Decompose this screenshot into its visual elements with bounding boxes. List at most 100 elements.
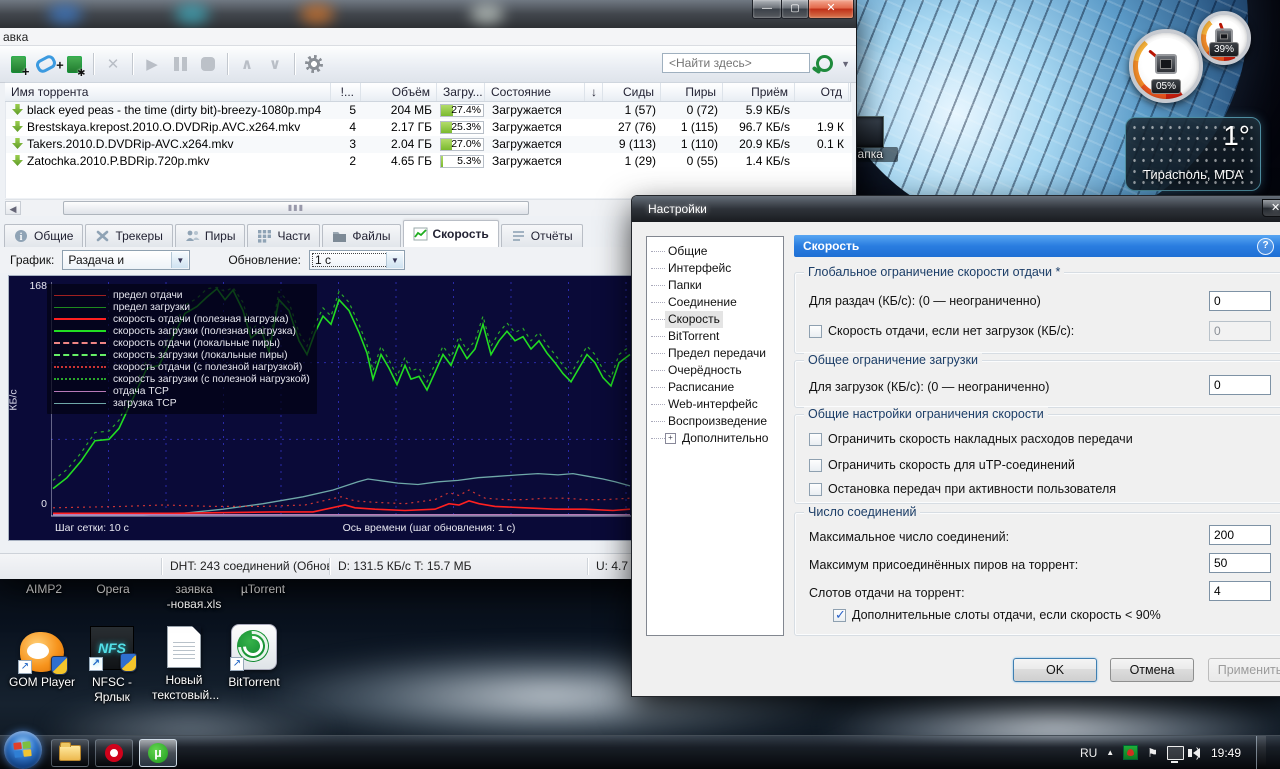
- column-header[interactable]: Состояние: [485, 83, 585, 101]
- max-peers-input[interactable]: [1209, 553, 1271, 573]
- close-button[interactable]: ✕: [808, 0, 854, 19]
- stop-on-user-activity-checkbox[interactable]: [809, 483, 822, 496]
- desktop-icon-label-zayavka[interactable]: заявка -новая.xls: [150, 582, 238, 612]
- column-header[interactable]: Объём: [361, 83, 437, 101]
- upload-limit-input[interactable]: [1209, 291, 1271, 311]
- tab-peers[interactable]: Пиры: [175, 224, 246, 247]
- remove-button[interactable]: ✕: [101, 52, 125, 76]
- preferences-button[interactable]: [302, 52, 326, 76]
- column-header[interactable]: Приём: [723, 83, 795, 101]
- search-input[interactable]: [662, 53, 810, 73]
- settings-tree-item[interactable]: +Дополнительно: [647, 430, 783, 447]
- settings-tree-item[interactable]: Папки: [647, 277, 783, 294]
- column-header[interactable]: !...: [331, 83, 361, 101]
- settings-tree-item[interactable]: Соединение: [647, 294, 783, 311]
- window-titlebar[interactable]: — ▢ ✕: [0, 0, 856, 28]
- torrent-row[interactable]: Zatochka.2010.P.BDRip.720p.mkv24.65 ГБ5.…: [6, 153, 852, 170]
- search-dropdown-arrow-icon[interactable]: ▼: [841, 59, 850, 69]
- alt-upload-input[interactable]: [1209, 321, 1271, 341]
- download-limit-input[interactable]: [1209, 375, 1271, 395]
- column-header[interactable]: Имя торрента: [5, 83, 331, 101]
- weather-gadget[interactable]: 1° Тирасполь, MDA: [1125, 117, 1261, 191]
- desktop-icon-label-aimp2[interactable]: AIMP2: [6, 582, 82, 597]
- desktop-icon-label-utorrent[interactable]: µTorrent: [230, 582, 296, 597]
- tab-pieces[interactable]: Части: [247, 224, 320, 247]
- settings-tree-item[interactable]: Интерфейс: [647, 260, 783, 277]
- antivirus-tray-icon[interactable]: [1123, 745, 1138, 760]
- column-header[interactable]: ↓: [585, 83, 603, 101]
- menu-item-help-partial[interactable]: авка: [3, 30, 28, 44]
- alt-upload-checkbox[interactable]: [809, 325, 822, 338]
- graph-type-select[interactable]: Раздача и загрузка▼: [62, 250, 190, 270]
- language-indicator[interactable]: RU: [1080, 746, 1097, 760]
- max-connections-input[interactable]: [1209, 525, 1271, 545]
- torrent-table-header[interactable]: Имя торрента!...ОбъёмЗагру...Состояние↓С…: [5, 82, 851, 102]
- desktop-icon-text-file[interactable]: Новый текстовый...: [152, 626, 216, 703]
- tray-expand-arrow-icon[interactable]: ▲: [1106, 746, 1114, 760]
- taskbar-utorrent-button[interactable]: µ: [139, 739, 177, 767]
- dialog-titlebar[interactable]: Настройки ✕: [632, 196, 1280, 222]
- desktop-icon-papka[interactable]: [852, 116, 884, 148]
- limit-utp-checkbox[interactable]: [809, 459, 822, 472]
- settings-tree-item[interactable]: Расписание: [647, 379, 783, 396]
- tab-files[interactable]: Файлы: [322, 224, 400, 247]
- torrent-row[interactable]: black eyed peas - the time (dirty bit)-b…: [6, 102, 852, 119]
- network-tray-icon[interactable]: [1167, 746, 1184, 760]
- tab-logger[interactable]: Отчёты: [501, 224, 583, 247]
- settings-tree-item[interactable]: Очерёдность: [647, 362, 783, 379]
- settings-tree-item[interactable]: BitTorrent: [647, 328, 783, 345]
- column-header[interactable]: Сиды: [603, 83, 661, 101]
- desktop-icon-gom-player[interactable]: ↗ GOM Player: [8, 628, 76, 690]
- ok-button[interactable]: OK: [1013, 658, 1097, 682]
- ram-meter-gadget[interactable]: 39%: [1197, 11, 1251, 65]
- pause-button[interactable]: [168, 52, 192, 76]
- taskbar-opera-button[interactable]: [95, 739, 133, 767]
- settings-tree-item[interactable]: Общие: [647, 243, 783, 260]
- volume-tray-icon[interactable]: [1193, 748, 1200, 758]
- settings-tree-item[interactable]: Воспроизведение: [647, 413, 783, 430]
- scroll-left-arrow[interactable]: ◀: [5, 201, 21, 215]
- desktop-icon-label-opera[interactable]: Opera: [82, 582, 144, 597]
- stop-button[interactable]: [196, 52, 220, 76]
- tab-speed[interactable]: Скорость: [403, 220, 499, 247]
- create-torrent-button[interactable]: [62, 52, 86, 76]
- settings-tree-item[interactable]: Скорость: [647, 311, 783, 328]
- tab-general[interactable]: i Общие: [4, 224, 83, 247]
- cpu-meter-gadget[interactable]: 05%: [1129, 29, 1203, 103]
- tree-expand-icon[interactable]: +: [665, 433, 676, 444]
- dialog-close-button[interactable]: ✕: [1262, 199, 1280, 217]
- add-url-button[interactable]: [34, 52, 58, 76]
- move-down-button[interactable]: ∨: [263, 52, 287, 76]
- torrent-row[interactable]: Takers.2010.D.DVDRip-AVC.x264.mkv32.04 Г…: [6, 136, 852, 153]
- menu-bar[interactable]: авка: [0, 28, 856, 46]
- limit-overhead-checkbox[interactable]: [809, 433, 822, 446]
- help-icon[interactable]: ?: [1257, 238, 1274, 255]
- start-button[interactable]: ▶: [140, 52, 164, 76]
- update-interval-select[interactable]: 1 с▼: [309, 250, 405, 270]
- cancel-button[interactable]: Отмена: [1110, 658, 1194, 682]
- column-header[interactable]: Отд: [795, 83, 849, 101]
- extra-upload-slots-checkbox[interactable]: [833, 609, 846, 622]
- minimize-button[interactable]: —: [752, 0, 782, 19]
- taskbar-explorer-button[interactable]: [51, 739, 89, 767]
- upload-slots-input[interactable]: [1209, 581, 1271, 601]
- action-center-flag-icon[interactable]: ⚑: [1147, 746, 1158, 760]
- search-button[interactable]: [812, 51, 836, 75]
- desktop-icon-bittorrent[interactable]: ↗ BitTorrent: [222, 624, 286, 690]
- start-button[interactable]: [4, 731, 42, 769]
- maximize-button[interactable]: ▢: [781, 0, 809, 19]
- settings-tree-item[interactable]: Web-интерфейс: [647, 396, 783, 413]
- apply-button[interactable]: Применить: [1208, 658, 1280, 682]
- scrollbar-thumb[interactable]: ▮▮▮: [63, 201, 529, 215]
- settings-tree-item[interactable]: Предел передачи: [647, 345, 783, 362]
- add-torrent-button[interactable]: [6, 52, 30, 76]
- desktop-icon-nfsc[interactable]: NFS ↗ NFSC - Ярлык: [82, 626, 142, 705]
- column-header[interactable]: Загру...: [437, 83, 485, 101]
- show-desktop-button[interactable]: [1256, 736, 1266, 769]
- dialog-title: Настройки: [648, 202, 707, 216]
- move-up-button[interactable]: ∧: [235, 52, 259, 76]
- tab-trackers[interactable]: Трекеры: [85, 224, 172, 247]
- taskbar-clock[interactable]: 19:49: [1211, 746, 1241, 760]
- torrent-row[interactable]: Brestskaya.krepost.2010.O.DVDRip.AVC.x26…: [6, 119, 852, 136]
- column-header[interactable]: Пиры: [661, 83, 723, 101]
